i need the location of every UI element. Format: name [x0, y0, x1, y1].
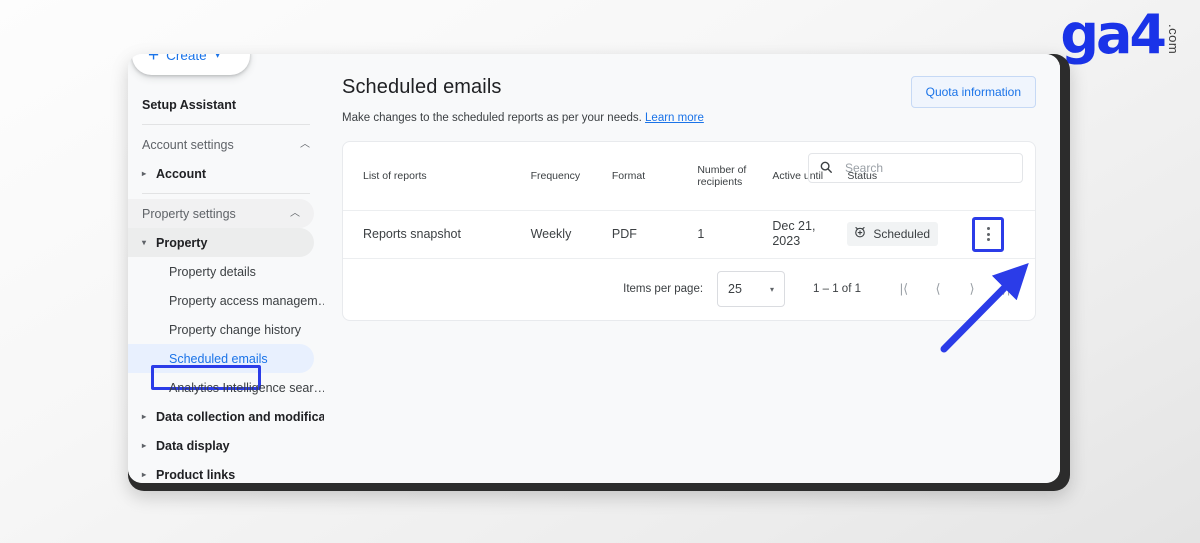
chevron-right-icon: ▸ [142, 411, 147, 421]
sidebar-item-label: Product links [156, 467, 236, 482]
column-header-format: Format [611, 142, 698, 211]
chevron-right-icon: ▸ [142, 469, 147, 479]
sidebar-item-label: Property access managem… [169, 293, 331, 308]
dot [986, 227, 990, 230]
search-input[interactable] [843, 160, 1012, 176]
create-button-label: Create [166, 54, 207, 63]
sidebar-item-property-details[interactable]: Property details [128, 257, 324, 286]
sidebar-section-account-settings[interactable]: Account settings ︿ [128, 130, 324, 159]
scheduled-emails-card: List of reports Frequency Format Number … [342, 141, 1036, 321]
next-page-button[interactable]: ⟩ [955, 281, 989, 297]
app-window: + Create ▾ Setup Assistant Account setti… [128, 54, 1060, 483]
sidebar-item-scheduled-emails[interactable]: Scheduled emails [128, 344, 314, 373]
scheduled-emails-nav-wrapper: Scheduled emails [128, 344, 324, 390]
cell-recipients: 1 [697, 210, 773, 259]
cell-report-name: Reports snapshot [343, 210, 531, 259]
cell-format: PDF [611, 210, 698, 259]
search-icon [819, 160, 833, 176]
chevron-down-icon: ▾ [142, 237, 147, 247]
dot [986, 238, 990, 241]
sidebar-item-label: Property details [169, 264, 256, 279]
items-per-page-select[interactable]: 25 ▾ [717, 271, 786, 307]
first-page-button[interactable]: |⟨ [887, 281, 921, 297]
more-vert-icon[interactable] [985, 225, 992, 243]
sidebar-item-account[interactable]: ▸ Account [128, 159, 324, 188]
sidebar-item-label: Data collection and modifica… [156, 409, 338, 424]
chevron-down-icon: ▾ [215, 54, 220, 60]
sidebar-section-property-settings[interactable]: Property settings ︿ [128, 199, 314, 228]
sidebar-item-property[interactable]: ▾ Property [128, 228, 314, 257]
main-content: Scheduled emails Make changes to the sch… [324, 54, 1060, 483]
cell-actions [972, 210, 1035, 259]
logo-wordmark: ga4 [1060, 3, 1167, 66]
sidebar-item-label: Data display [156, 438, 230, 453]
sidebar-item-label: Property change history [169, 322, 302, 337]
learn-more-link[interactable]: Learn more [645, 112, 704, 124]
chevron-down-icon: ▾ [770, 284, 775, 294]
cell-status: Scheduled [847, 210, 973, 259]
sidebar-section-label: Property settings [142, 206, 236, 221]
sidebar-divider-1 [142, 124, 310, 125]
column-header-frequency: Frequency [530, 142, 612, 211]
sidebar-item-data-collection[interactable]: ▸ Data collection and modifica… [128, 402, 338, 431]
status-badge: Scheduled [847, 222, 939, 246]
sidebar-divider-2 [142, 193, 310, 194]
page-subtitle: Make changes to the scheduled reports as… [342, 112, 1036, 124]
previous-page-button[interactable]: ⟨ [921, 281, 955, 297]
annotation-box-menu [972, 216, 1005, 252]
sidebar-item-label: Analytics Intelligence sear… [169, 380, 327, 395]
pagination-range: 1 – 1 of 1 [813, 283, 861, 295]
chevron-right-icon: ▸ [142, 440, 147, 450]
items-per-page-label: Items per page: [623, 283, 704, 295]
chevron-right-icon: ▸ [142, 168, 147, 178]
logo-suffix: .com [1166, 23, 1181, 54]
table-body: Reports snapshot Weekly PDF 1 Dec 21, 20… [343, 210, 1035, 259]
create-button[interactable]: + Create ▾ [132, 54, 250, 75]
cell-active-until: Dec 21, 2023 [772, 210, 848, 259]
sidebar: + Create ▾ Setup Assistant Account setti… [128, 54, 338, 483]
sidebar-item-data-display[interactable]: ▸ Data display [128, 431, 324, 460]
dot [986, 232, 990, 236]
search-box[interactable] [808, 153, 1023, 183]
sidebar-item-label: Setup Assistant [142, 97, 237, 112]
sidebar-item-product-links[interactable]: ▸ Product links [128, 460, 324, 483]
pagination: Items per page: 25 ▾ 1 – 1 of 1 |⟨ ⟨ ⟩ ⟩… [343, 258, 1035, 320]
table-row[interactable]: Reports snapshot Weekly PDF 1 Dec 21, 20… [343, 210, 1035, 259]
column-header-number-of-recipients: Number of recipients [697, 142, 773, 211]
sidebar-item-setup-assistant[interactable]: Setup Assistant [128, 90, 324, 119]
items-per-page-value: 25 [728, 282, 742, 296]
sidebar-item-property-access-management[interactable]: Property access managem… [128, 286, 330, 315]
alarm-clock-icon [853, 225, 867, 243]
quota-information-button[interactable]: Quota information [910, 76, 1036, 108]
sidebar-item-property-change-history[interactable]: Property change history [128, 315, 324, 344]
column-header-list-of-reports: List of reports [343, 142, 531, 211]
ga4-logo: ga4 .com [1060, 3, 1181, 66]
sidebar-item-label: Property [156, 235, 208, 250]
cell-frequency: Weekly [530, 210, 612, 259]
chevron-up-icon: ︿ [300, 138, 310, 150]
sidebar-item-analytics-intelligence-search[interactable]: Analytics Intelligence sear… [128, 373, 327, 402]
chevron-up-icon: ︿ [290, 207, 300, 219]
sidebar-item-label: Scheduled emails [169, 351, 268, 366]
sidebar-section-label: Account settings [142, 137, 234, 152]
plus-icon: + [148, 54, 160, 66]
last-page-button[interactable]: ⟩| [989, 281, 1023, 297]
sidebar-item-label: Account [156, 166, 206, 181]
page-subtitle-text: Make changes to the scheduled reports as… [342, 112, 642, 124]
status-badge-label: Scheduled [873, 226, 931, 241]
